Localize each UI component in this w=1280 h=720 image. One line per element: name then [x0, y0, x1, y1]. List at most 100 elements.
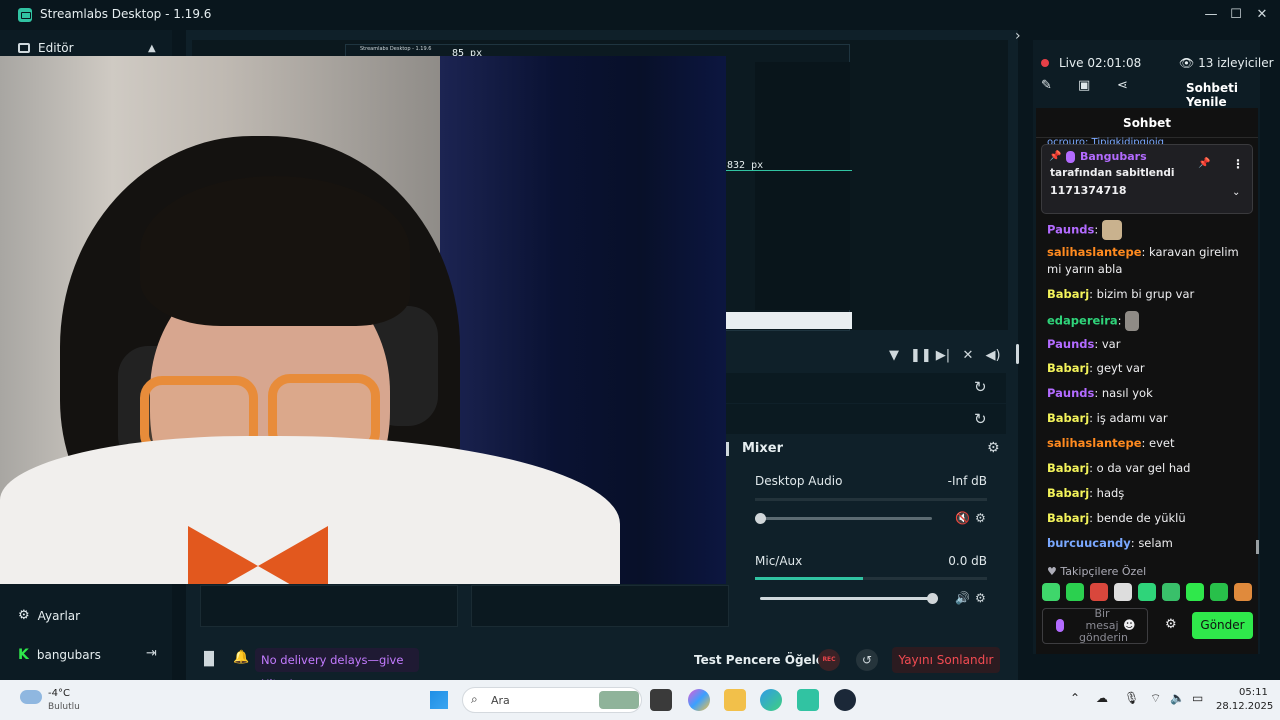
sidebar-item-settings[interactable]: ⚙ Ayarlar [18, 608, 80, 623]
maximize-button[interactable]: ☐ [1227, 6, 1245, 24]
mute-icon[interactable]: ✕ [960, 348, 976, 363]
edge-icon[interactable] [760, 689, 782, 711]
pinned-message[interactable]: 📌 Bangubars tarafından sabitlendi 117137… [1041, 144, 1253, 214]
resize-handle[interactable] [1016, 344, 1019, 364]
chat-text: o da var gel had [1096, 461, 1191, 475]
battery-icon[interactable]: ▭ [1192, 691, 1203, 705]
emote-icon[interactable] [1162, 583, 1180, 601]
chat-message: salihaslantepe: karavan girelim mi yarın… [1047, 245, 1239, 276]
sidebar-item-label: Ayarlar [37, 608, 81, 623]
unpin-icon[interactable]: 📌 [1198, 158, 1210, 169]
stats-icon[interactable]: ▐▌ [199, 652, 219, 667]
channel-gear-icon[interactable]: ⚙ [975, 591, 986, 605]
sidebar-item-user[interactable]: K bangubars [18, 647, 101, 663]
wifi-icon[interactable]: ⌔ [1150, 691, 1161, 706]
more-options-icon[interactable]: ⋮ [1232, 157, 1244, 171]
chat-username: Babarj [1047, 411, 1090, 425]
mixer-channel-db: -Inf dB [947, 474, 987, 488]
volume-icon[interactable]: 🔈 [1170, 691, 1185, 705]
volume-slider-knob[interactable] [755, 513, 766, 524]
test-widgets-label[interactable]: Test Pencere Öğeleri [694, 653, 834, 667]
emote-icon[interactable] [1234, 583, 1252, 601]
search-icon: ⌕ [471, 692, 478, 706]
filter-icon[interactable]: ▼ [886, 348, 902, 363]
chat-input[interactable]: Bir mesaj gönderin ☻ [1042, 608, 1148, 644]
clock-date[interactable]: 28.12.2025 [1216, 701, 1273, 712]
streamlabs-logo-icon [18, 8, 32, 22]
emote-icon[interactable] [1186, 583, 1204, 601]
emoji-icon[interactable]: ☻ [1123, 618, 1136, 632]
search-highlight-icon [599, 691, 639, 709]
refresh-icon[interactable]: ↻ [974, 410, 987, 428]
ultra-promo[interactable]: No delivery delays—give Ultra! [255, 648, 419, 691]
emote-icon[interactable] [1042, 583, 1060, 601]
chat-scrollbar[interactable] [1256, 540, 1259, 554]
mixer-channel-name: Mic/Aux [755, 554, 803, 568]
task-view-icon[interactable] [650, 689, 672, 711]
network-status-icon[interactable]: ☁ [1096, 691, 1108, 705]
chat-message: Babarj: o da var gel had [1047, 461, 1191, 475]
copilot-icon[interactable] [688, 689, 710, 711]
volume-slider[interactable] [760, 517, 932, 520]
taskbar-search[interactable]: ⌕ Ara [462, 687, 642, 713]
live-status: Live 02:01:08 [1059, 56, 1141, 70]
end-stream-button[interactable]: Yayını Sonlandır [892, 647, 1000, 673]
file-explorer-icon[interactable] [724, 689, 746, 711]
steam-icon[interactable] [834, 689, 856, 711]
record-button[interactable]: REC [818, 649, 840, 671]
pencil-icon[interactable]: ✎ [1041, 78, 1052, 93]
pause-icon[interactable]: ❚❚ [910, 348, 932, 363]
microphone-icon[interactable]: 🎙 [1124, 691, 1139, 705]
chat-message: Babarj: bizim bi grup var [1047, 287, 1195, 301]
chat-settings-icon[interactable]: ⚙ [1165, 617, 1177, 632]
chat-refresh-button[interactable]: Sohbeti Yenile [1186, 81, 1280, 109]
replay-button[interactable]: ↺ [856, 649, 878, 671]
chat-text: selam [1138, 536, 1173, 550]
volume-icon[interactable]: ◀) [985, 348, 1001, 363]
emote-icon[interactable] [1114, 583, 1132, 601]
skip-icon[interactable]: ▶| [935, 348, 951, 363]
minimize-button[interactable]: — [1202, 6, 1220, 24]
mixer-divider [726, 442, 729, 456]
windows-start-icon[interactable] [430, 691, 448, 709]
px-side-label: 832 px [727, 160, 764, 171]
close-button[interactable]: ✕ [1253, 6, 1271, 24]
audio-meter-fill [755, 577, 863, 580]
scene-row[interactable] [726, 373, 1006, 403]
notification-icon[interactable]: 🔔 [233, 650, 249, 665]
chevron-down-icon[interactable]: ⌄ [1232, 187, 1240, 198]
volume-slider[interactable] [760, 597, 932, 600]
chat-text: bende de yüklü [1096, 511, 1186, 525]
chat-username: burcuucandy [1047, 536, 1131, 550]
nested-taskbar [725, 312, 852, 329]
emote-icon[interactable] [1138, 583, 1156, 601]
speaker-icon[interactable]: 🔊 [955, 591, 970, 605]
emote-icon[interactable] [1066, 583, 1084, 601]
pinned-line: tarafından sabitlendi [1050, 167, 1175, 179]
send-button[interactable]: Gönder [1192, 612, 1253, 639]
muted-speaker-icon[interactable]: 🔇 [955, 511, 970, 525]
mixer-settings-icon[interactable]: ⚙ [987, 440, 1000, 456]
chevron-up-icon[interactable]: ▲ [148, 43, 156, 54]
chevron-right-icon[interactable]: › [1015, 28, 1021, 44]
clock-time[interactable]: 05:11 [1239, 687, 1268, 698]
chat-username: edapereira [1047, 313, 1118, 328]
audio-meter [755, 498, 987, 501]
chat-username: Babarj [1047, 461, 1090, 475]
streamlabs-taskbar-icon[interactable] [797, 689, 819, 711]
editor-icon [18, 43, 30, 53]
puzzle-icon[interactable]: ▣ [1078, 78, 1090, 93]
refresh-icon[interactable]: ↻ [974, 378, 987, 396]
scene-row[interactable] [726, 404, 1006, 434]
chevron-up-icon[interactable]: ⌃ [1070, 691, 1080, 705]
logout-icon[interactable]: ⇥ [146, 646, 157, 661]
share-icon[interactable]: ⋖ [1117, 78, 1128, 93]
emote-icon[interactable] [1090, 583, 1108, 601]
volume-slider-knob[interactable] [927, 593, 938, 604]
webcam-source[interactable] [0, 56, 726, 584]
channel-gear-icon[interactable]: ⚙ [975, 511, 986, 525]
chat-username: salihaslantepe [1047, 245, 1142, 259]
sidebar-item-editor[interactable]: Editör [18, 41, 74, 55]
emote-icon[interactable] [1210, 583, 1228, 601]
chat-message-partial: ocrouro: Tipigkjdipgjojg [1047, 137, 1164, 144]
